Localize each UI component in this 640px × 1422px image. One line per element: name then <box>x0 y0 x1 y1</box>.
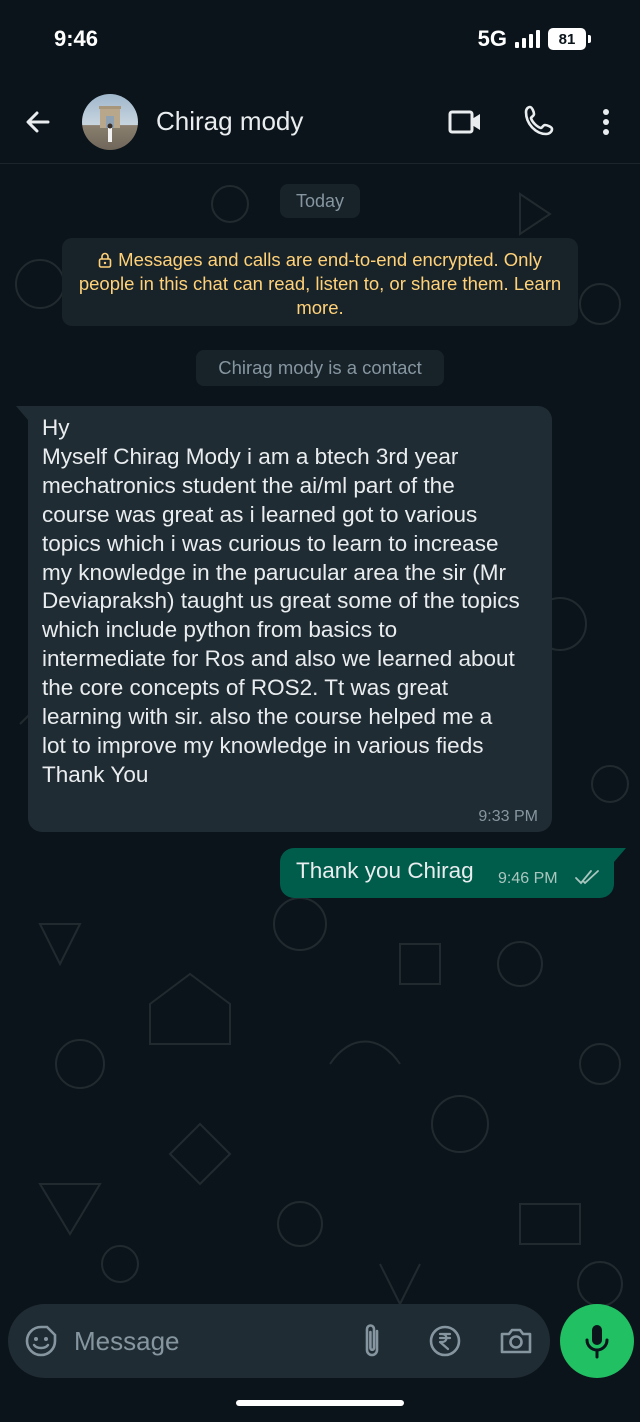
attach-icon[interactable] <box>358 1322 386 1360</box>
battery-level: 81 <box>558 30 576 48</box>
avatar-photo <box>99 106 121 142</box>
outgoing-message[interactable]: Thank you Chirag 9:46 PM <box>280 848 626 898</box>
chat-header: Chirag mody <box>0 80 640 164</box>
back-arrow-icon[interactable] <box>20 104 56 140</box>
message-time: 9:33 PM <box>478 808 538 825</box>
message-text: Hy Myself Chirag Mody i am a btech 3rd y… <box>42 415 520 787</box>
lock-icon <box>98 252 112 268</box>
signal-icon <box>515 30 540 48</box>
avatar[interactable] <box>82 94 138 150</box>
chat-area[interactable]: Today Messages and calls are end-to-end … <box>0 164 640 1422</box>
rupee-payment-icon[interactable] <box>428 1324 462 1358</box>
message-time: 9:46 PM <box>498 870 558 887</box>
more-vertical-icon[interactable] <box>596 104 616 140</box>
contact-name[interactable]: Chirag mody <box>156 106 303 137</box>
video-call-icon[interactable] <box>446 104 484 140</box>
encryption-notice-text: Messages and calls are end-to-end encryp… <box>78 249 562 318</box>
network-type: 5G <box>477 26 507 51</box>
message-text: Thank you Chirag <box>296 858 474 883</box>
status-bar: 9:46 5G 81 <box>0 0 640 80</box>
battery-icon: 81 <box>548 28 591 50</box>
status-indicators: 5G 81 <box>477 26 591 52</box>
encryption-notice[interactable]: Messages and calls are end-to-end encryp… <box>62 238 578 326</box>
mic-icon <box>585 1325 609 1359</box>
incoming-message[interactable]: Hy Myself Chirag Mody i am a btech 3rd y… <box>16 406 552 832</box>
emoji-sticker-icon[interactable] <box>24 1324 58 1358</box>
message-input[interactable] <box>74 1320 344 1362</box>
mic-button[interactable] <box>560 1304 634 1378</box>
composer-bar <box>8 1304 550 1378</box>
phone-icon[interactable] <box>522 102 558 138</box>
camera-icon[interactable] <box>498 1324 534 1358</box>
contact-notice: Chirag mody is a contact <box>196 350 444 386</box>
home-indicator[interactable] <box>236 1400 404 1406</box>
read-ticks-icon <box>575 870 599 885</box>
status-time: 9:46 <box>54 26 99 51</box>
date-chip: Today <box>280 184 360 218</box>
